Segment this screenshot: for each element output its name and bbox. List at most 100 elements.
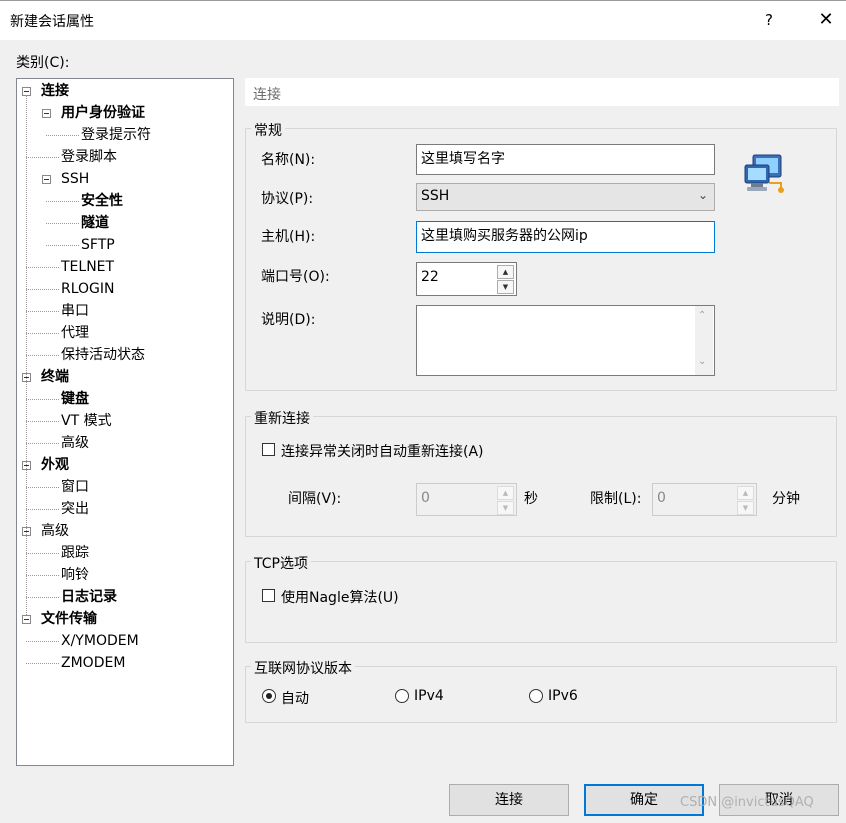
- category-tree[interactable]: 连接用户身份验证登录提示符登录脚本 SSH 安全性隧道 SFTP TELNET RLOGI…: [16, 78, 234, 766]
- tree-item[interactable]: ZMODEM: [61, 653, 125, 673]
- tree-item[interactable]: 保持活动状态: [61, 345, 145, 365]
- tree-item[interactable]: 连接: [41, 81, 69, 101]
- help-button[interactable]: ?: [756, 7, 782, 33]
- radio-ipv4[interactable]: [395, 689, 409, 703]
- description-textarea[interactable]: [416, 305, 715, 376]
- tree-item-label: 连接: [41, 83, 69, 99]
- auto-reconnect-checkbox[interactable]: [262, 443, 275, 456]
- name-input[interactable]: 这里填写名字: [416, 144, 715, 175]
- tree-connector: [26, 597, 59, 598]
- interval-spin-down[interactable]: ▼: [497, 501, 514, 515]
- port-spin-down[interactable]: ▼: [497, 280, 514, 294]
- protocol-select[interactable]: SSH ⌄: [416, 183, 715, 211]
- tree-item[interactable]: 键盘: [61, 389, 89, 409]
- tree-connector: [26, 553, 59, 554]
- tree-connector: [26, 509, 59, 510]
- port-label: 端口号(O):: [261, 269, 330, 285]
- radio-ipv6-label: IPv6: [548, 688, 578, 704]
- port-value: 22: [421, 269, 439, 285]
- tree-item-label: 保持活动状态: [61, 347, 145, 363]
- tree-connector: [26, 95, 27, 615]
- tree-item[interactable]: 日志记录: [61, 587, 117, 607]
- tree-item[interactable]: SFTP: [81, 235, 115, 255]
- collapse-icon[interactable]: [42, 175, 51, 184]
- network-computer-icon: [744, 154, 784, 193]
- tree-item[interactable]: VT 模式: [61, 411, 112, 431]
- scroll-down-icon[interactable]: ⌄: [698, 356, 706, 367]
- auto-reconnect-label: 连接异常关闭时自动重新连接(A): [281, 444, 484, 460]
- description-scrollbar[interactable]: ⌃ ⌄: [695, 306, 713, 375]
- radio-auto-label: 自动: [281, 691, 309, 707]
- tree-item-label: 用户身份验证: [61, 105, 145, 121]
- tree-connector: [26, 575, 59, 576]
- tree-item[interactable]: 外观: [41, 455, 69, 475]
- collapse-icon[interactable]: [42, 109, 51, 118]
- interval-label: 间隔(V):: [288, 491, 342, 507]
- tree-item[interactable]: RLOGIN: [61, 279, 115, 299]
- tree-item[interactable]: X/YMODEM: [61, 631, 139, 651]
- collapse-icon[interactable]: [22, 615, 31, 624]
- tree-item[interactable]: 文件传输: [41, 609, 97, 629]
- tree-item-label: SSH: [61, 171, 90, 187]
- tree-connector: [26, 333, 59, 334]
- tree-connector: [26, 355, 59, 356]
- tree-item-label: 突出: [61, 501, 89, 517]
- tree-item-label: 跟踪: [61, 545, 89, 561]
- interval-value: 0: [421, 490, 430, 506]
- window-title: 新建会话属性: [10, 14, 94, 30]
- scroll-up-icon[interactable]: ⌃: [698, 310, 706, 321]
- nagle-checkbox[interactable]: [262, 589, 275, 602]
- tree-item[interactable]: 代理: [61, 323, 89, 343]
- tree-item-label: 高级: [41, 523, 69, 539]
- tree-item-label: RLOGIN: [61, 281, 115, 297]
- reconnect-legend: 重新连接: [251, 408, 313, 428]
- tree-item-label: 高级: [61, 435, 89, 451]
- radio-ipv6[interactable]: [529, 689, 543, 703]
- tree-item[interactable]: 隧道: [81, 213, 109, 233]
- protocol-label: 协议(P):: [261, 191, 314, 207]
- tree-item[interactable]: TELNET: [61, 257, 114, 277]
- tree-item-label: 登录提示符: [81, 127, 151, 143]
- tree-item[interactable]: 登录提示符: [81, 125, 151, 145]
- port-spin-up[interactable]: ▲: [497, 265, 514, 279]
- radio-auto[interactable]: [262, 689, 276, 703]
- tree-item[interactable]: SSH: [61, 169, 89, 189]
- tree-item[interactable]: 突出: [61, 499, 89, 519]
- radio-ipv4-label: IPv4: [414, 688, 444, 704]
- interval-spin-up[interactable]: ▲: [497, 486, 514, 500]
- tree-item-label: ZMODEM: [61, 655, 126, 671]
- tree-connector: [46, 245, 79, 246]
- tree-item[interactable]: 高级: [61, 433, 89, 453]
- tree-item[interactable]: 响铃: [61, 565, 89, 585]
- tree-item-label: 隧道: [81, 215, 109, 231]
- tree-item[interactable]: 安全性: [81, 191, 123, 211]
- panel-header-bar: [245, 78, 839, 106]
- tree-connector: [26, 421, 59, 422]
- host-input[interactable]: 这里填购买服务器的公网ip: [416, 221, 715, 253]
- tree-connector: [26, 267, 59, 268]
- tree-item[interactable]: 用户身份验证: [61, 103, 145, 123]
- tree-item[interactable]: 登录脚本: [61, 147, 117, 167]
- name-label: 名称(N):: [261, 152, 316, 168]
- tree-item[interactable]: 跟踪: [61, 543, 89, 563]
- tree-item[interactable]: 高级: [41, 521, 69, 541]
- limit-spin-down[interactable]: ▼: [737, 501, 754, 515]
- limit-spin-up[interactable]: ▲: [737, 486, 754, 500]
- tree-item[interactable]: 串口: [61, 301, 89, 321]
- tree-item-label: VT 模式: [61, 413, 112, 429]
- tree-connector: [46, 201, 79, 202]
- host-label: 主机(H):: [261, 229, 316, 245]
- tree-item-label: 外观: [41, 457, 69, 473]
- limit-unit: 分钟: [772, 491, 800, 507]
- tree-item-label: 终端: [41, 369, 69, 385]
- tree-item-label: SFTP: [81, 237, 115, 253]
- tree-connector: [26, 663, 59, 664]
- interval-unit: 秒: [524, 491, 538, 507]
- close-icon[interactable]: ✕: [813, 7, 839, 33]
- tree-item[interactable]: 窗口: [61, 477, 89, 497]
- general-legend: 常规: [251, 120, 285, 140]
- tree-item-label: TELNET: [61, 259, 115, 275]
- tree-item[interactable]: 终端: [41, 367, 69, 387]
- tree-connector: [26, 443, 59, 444]
- connect-button[interactable]: 连接: [449, 784, 569, 816]
